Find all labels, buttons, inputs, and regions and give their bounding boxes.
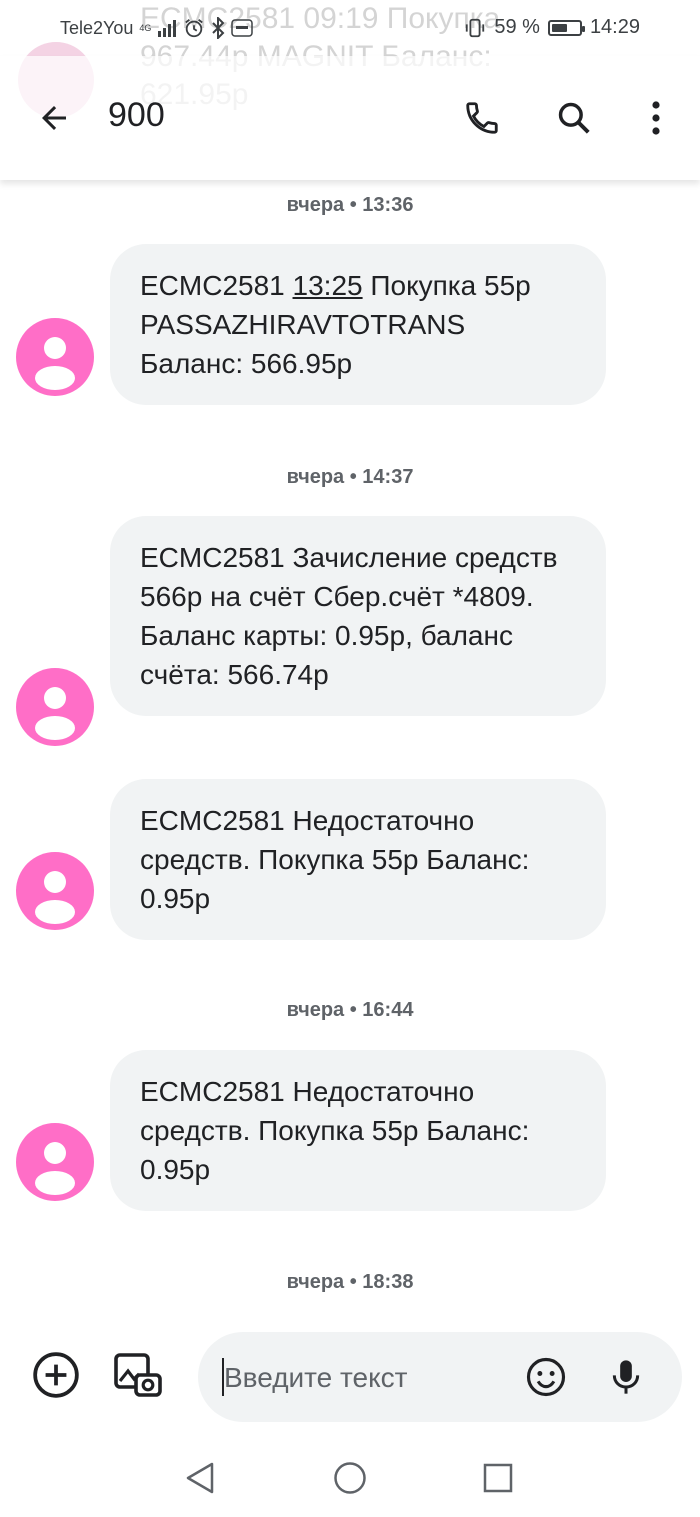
person-icon bbox=[35, 687, 75, 740]
message-input[interactable] bbox=[224, 1360, 514, 1396]
system-navigation-bar bbox=[0, 1432, 700, 1517]
emoji-icon bbox=[526, 1357, 566, 1397]
contact-avatar[interactable] bbox=[16, 1123, 94, 1201]
mic-icon bbox=[612, 1360, 640, 1394]
timestamp: вчера • 14:37 bbox=[286, 466, 414, 488]
contact-avatar[interactable] bbox=[16, 852, 94, 930]
message-sender-code: ECMC2581 bbox=[140, 270, 285, 301]
nav-recents-button[interactable] bbox=[478, 1458, 518, 1498]
person-icon bbox=[35, 871, 75, 924]
message-composer bbox=[0, 1320, 700, 1430]
bluetooth-icon bbox=[212, 17, 225, 39]
timestamp: вчера • 13:36 bbox=[286, 194, 414, 216]
nav-home-button[interactable] bbox=[330, 1458, 370, 1498]
search-icon bbox=[558, 102, 590, 134]
contact-avatar[interactable] bbox=[16, 318, 94, 396]
signal-icon bbox=[158, 20, 177, 37]
person-icon bbox=[35, 337, 75, 390]
more-options-button[interactable] bbox=[632, 94, 680, 142]
attach-button[interactable] bbox=[28, 1347, 84, 1403]
back-button[interactable] bbox=[30, 94, 78, 142]
message-input-container[interactable] bbox=[198, 1332, 682, 1422]
status-left: Tele2You 4G bbox=[60, 17, 254, 39]
network-type: 4G bbox=[139, 22, 152, 33]
message-bubble[interactable]: ECMC2581 Зачисление средств 566р на счёт… bbox=[110, 516, 606, 716]
add-circle-icon bbox=[33, 1352, 79, 1398]
person-icon bbox=[35, 1142, 75, 1195]
contact-avatar[interactable] bbox=[16, 668, 94, 746]
status-bar: Tele2You 4G 59 % 14:29 bbox=[0, 0, 700, 56]
arrow-back-icon bbox=[42, 106, 66, 130]
more-vert-icon bbox=[652, 101, 660, 135]
nav-home-icon bbox=[334, 1462, 366, 1494]
nav-back-button[interactable] bbox=[180, 1458, 220, 1498]
huawei-app-icon bbox=[231, 19, 254, 37]
timestamp: вчера • 18:38 bbox=[286, 1271, 414, 1293]
call-button[interactable] bbox=[458, 94, 506, 142]
emoji-button[interactable] bbox=[518, 1349, 574, 1405]
battery-icon bbox=[547, 19, 585, 36]
clock: 14:29 bbox=[589, 16, 640, 38]
alarm-icon bbox=[185, 19, 204, 38]
message-text: ECMC2581 Недостаточно средств. Покупка 5… bbox=[140, 1076, 530, 1185]
message-time-link[interactable]: 13:25 bbox=[293, 270, 363, 301]
message-text: ECMC2581 Недостаточно средств. Покупка 5… bbox=[140, 805, 530, 914]
vibrate-icon bbox=[466, 18, 485, 37]
status-right: 59 % 14:29 bbox=[464, 16, 640, 39]
message-bubble[interactable]: ECMC2581 Недостаточно средств. Покупка 5… bbox=[110, 779, 606, 940]
nav-recents-icon bbox=[483, 1463, 513, 1493]
search-button[interactable] bbox=[550, 94, 598, 142]
phone-icon bbox=[466, 102, 498, 134]
carrier-name: Tele2You bbox=[60, 17, 134, 38]
gallery-camera-icon bbox=[114, 1353, 162, 1397]
nav-back-icon bbox=[186, 1462, 214, 1494]
timestamp: вчера • 16:44 bbox=[286, 999, 414, 1021]
conversation-title: 900 bbox=[108, 96, 165, 134]
app-bar: 900 bbox=[0, 56, 700, 180]
message-bubble[interactable]: ECMC2581 13:25 Покупка 55р PASSAZHIRAVTO… bbox=[110, 244, 606, 405]
gallery-button[interactable] bbox=[110, 1347, 166, 1403]
message-text: ECMC2581 Зачисление средств 566р на счёт… bbox=[140, 542, 558, 690]
message-bubble[interactable]: ECMC2581 Недостаточно средств. Покупка 5… bbox=[110, 1050, 606, 1211]
voice-input-button[interactable] bbox=[598, 1349, 654, 1405]
battery-percent: 59 % bbox=[494, 16, 540, 38]
